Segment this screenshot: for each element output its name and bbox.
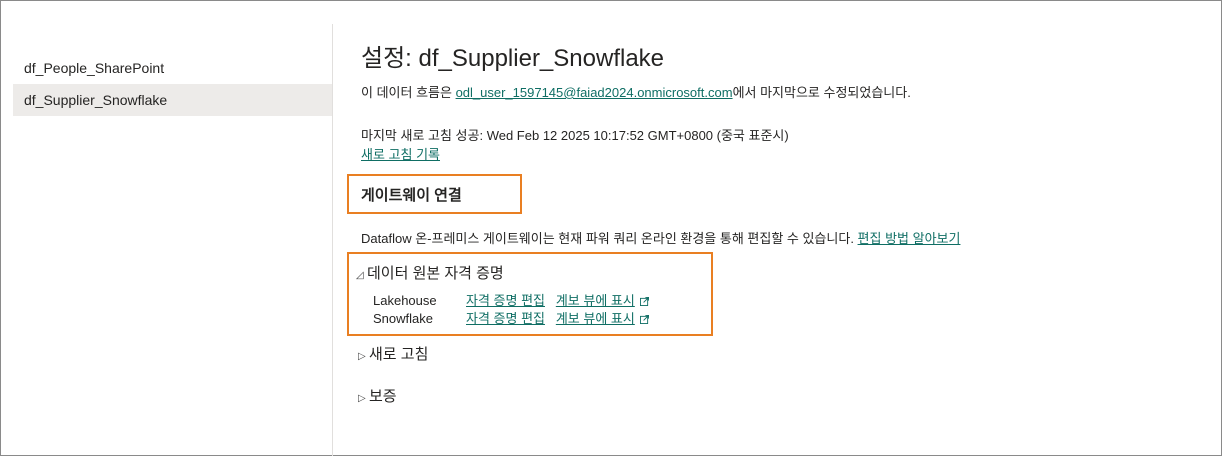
expand-triangle-icon: ▷	[358, 393, 366, 404]
refresh-history-row: 새로 고침 기록	[361, 144, 440, 163]
refresh-section-label: 새로 고침	[369, 346, 429, 363]
credentials-section-header[interactable]: ◿ 데이터 원본 자격 증명	[356, 262, 504, 283]
view-lineage-link[interactable]: 계보 뷰에 표시	[556, 293, 635, 308]
modified-user-link[interactable]: odl_user_1597145@faiad2024.onmicrosoft.c…	[456, 85, 733, 100]
sidebar: df_People_SharePoint df_Supplier_Snowfla…	[13, 52, 332, 116]
credential-source-name: Snowflake	[373, 311, 433, 326]
external-link-icon	[639, 297, 649, 307]
gateway-connection-heading: 게이트웨이 연결	[361, 187, 462, 204]
endorsement-section-header[interactable]: ▷ 보증	[358, 385, 397, 406]
learn-edit-link[interactable]: 편집 방법 알아보기	[858, 231, 961, 246]
title-separator: :	[405, 45, 412, 72]
modified-info: 이 데이터 흐름은 odl_user_1597145@faiad2024.onm…	[361, 82, 911, 101]
sidebar-item-df-people-sharepoint[interactable]: df_People_SharePoint	[13, 52, 332, 84]
sidebar-item-df-supplier-snowflake[interactable]: df_Supplier_Snowflake	[13, 84, 332, 116]
gateway-description: Dataflow 온-프레미스 게이트웨이는 현재 파워 쿼리 온라인 환경을 …	[361, 228, 960, 247]
refresh-section-header[interactable]: ▷ 새로 고침	[358, 343, 428, 364]
expand-triangle-icon: ▷	[358, 351, 366, 362]
refresh-history-link[interactable]: 새로 고침 기록	[361, 147, 440, 162]
external-link-icon	[639, 315, 649, 325]
sidebar-divider	[332, 24, 333, 456]
title-prefix: 설정	[361, 44, 406, 72]
modified-suffix: 에서 마지막으로 수정되었습니다.	[732, 85, 911, 100]
view-lineage-link[interactable]: 계보 뷰에 표시	[556, 311, 635, 326]
credential-row-snowflake: Snowflake 자격 증명 편집 계보 뷰에 표시	[373, 308, 649, 327]
edit-credentials-link[interactable]: 자격 증명 편집	[466, 293, 545, 308]
credentials-header-label: 데이터 원본 자격 증명	[367, 265, 504, 282]
page-title: 설정: df_Supplier_Snowflake	[361, 38, 664, 73]
title-dataflow-name: df_Supplier_Snowflake	[418, 45, 665, 72]
collapse-triangle-icon: ◿	[356, 270, 364, 281]
sidebar-item-label: df_People_SharePoint	[24, 60, 165, 76]
sidebar-item-label: df_Supplier_Snowflake	[24, 92, 168, 108]
last-refresh-text: 마지막 새로 고침 성공: Wed Feb 12 2025 10:17:52 G…	[361, 128, 789, 143]
credential-source-name: Lakehouse	[373, 293, 437, 308]
gateway-desc-text: Dataflow 온-프레미스 게이트웨이는 현재 파워 쿼리 온라인 환경을 …	[361, 231, 858, 246]
credential-row-lakehouse: Lakehouse 자격 증명 편집 계보 뷰에 표시	[373, 290, 649, 309]
endorsement-section-label: 보증	[369, 388, 397, 405]
modified-prefix: 이 데이터 흐름은	[361, 85, 456, 100]
edit-credentials-link[interactable]: 자격 증명 편집	[466, 311, 545, 326]
